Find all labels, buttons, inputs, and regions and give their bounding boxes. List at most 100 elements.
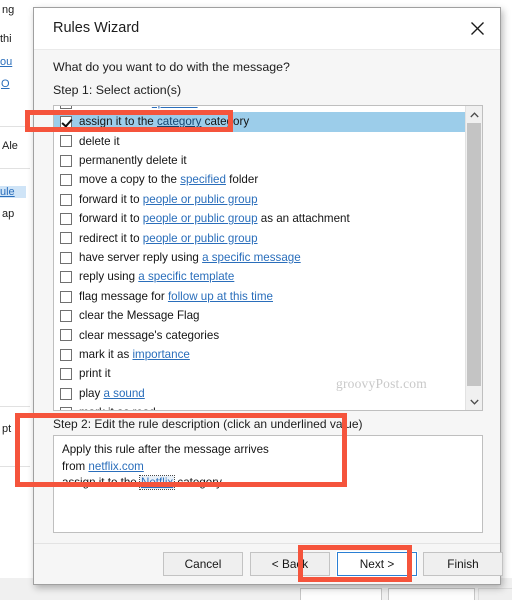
action-text: mark it as (79, 347, 133, 361)
action-list-item[interactable]: forward it to people or public group as … (54, 209, 466, 228)
rule-description-text: assign it to the (62, 476, 140, 489)
action-link-value[interactable]: follow up at this time (168, 290, 273, 303)
action-label: clear the Message Flag (79, 310, 200, 322)
background-text-fragment: ap (2, 208, 15, 220)
dialog-titlebar: Rules Wizard (34, 8, 500, 49)
action-checkbox[interactable] (60, 232, 72, 245)
action-label: forward it to people or public group (79, 194, 258, 206)
action-label: permanently delete it (79, 155, 187, 167)
chevron-down-icon[interactable] (466, 393, 482, 410)
action-list-item[interactable]: have server reply using a specific messa… (54, 248, 466, 267)
action-list-item[interactable]: forward it to people or public group (54, 190, 466, 209)
action-list-item[interactable]: reply using a specific template (54, 268, 466, 287)
action-label: play a sound (79, 386, 145, 400)
action-link-value[interactable]: a specific template (138, 270, 234, 283)
action-text: forward it to (79, 192, 143, 206)
action-link-value[interactable]: people or public group (143, 193, 258, 206)
action-text: category (201, 115, 250, 129)
action-list-item[interactable]: clear the Message Flag (54, 306, 466, 325)
action-checkbox[interactable] (60, 174, 72, 187)
action-label: flag message for follow up at this time (79, 290, 273, 303)
action-checkbox[interactable] (60, 251, 72, 264)
action-checkbox[interactable] (60, 309, 72, 322)
action-list-scrollbar[interactable] (465, 106, 482, 410)
action-checkbox[interactable] (60, 406, 72, 410)
action-checkbox[interactable] (60, 116, 72, 129)
action-list-item[interactable]: flag message for follow up at this time (54, 287, 466, 306)
action-label: move a copy to the specified folder (79, 174, 258, 186)
action-list-item[interactable]: redirect it to people or public group (54, 229, 466, 248)
action-checkbox[interactable] (60, 154, 72, 167)
action-label: mark it as read (79, 407, 156, 410)
action-link-value[interactable]: importance (132, 348, 189, 361)
background-text-fragment: O (1, 78, 10, 90)
dialog-body: What do you want to do with the message?… (34, 49, 500, 546)
action-label: clear message's categories (79, 328, 220, 342)
action-checkbox[interactable] (60, 368, 72, 381)
background-divider (0, 406, 30, 407)
background-text-fragment: ule (0, 186, 26, 198)
cancel-button[interactable]: Cancel (163, 552, 243, 576)
action-label: redirect it to people or public group (79, 231, 258, 245)
rule-description-selected-value[interactable]: Netflix (138, 475, 176, 490)
action-label: print it (79, 368, 111, 380)
close-icon[interactable] (454, 8, 500, 48)
action-checkbox[interactable] (60, 290, 72, 303)
action-label: assign it to the category category (79, 116, 249, 128)
dialog-prompt: What do you want to do with the message? (53, 60, 290, 74)
scrollbar-thumb[interactable] (467, 123, 481, 386)
rule-description-link[interactable]: netflix.com (88, 460, 143, 473)
chevron-up-icon[interactable] (466, 106, 482, 123)
action-text: as an attachment (257, 212, 350, 226)
action-list-item[interactable]: mark it as importance (54, 345, 466, 364)
action-list-item[interactable]: play a sound (54, 384, 466, 403)
action-checkbox[interactable] (60, 329, 72, 342)
finish-button[interactable]: Finish (423, 552, 503, 576)
action-list-item[interactable]: move it to the specified folder (54, 106, 466, 112)
action-link-value[interactable]: specified (152, 106, 198, 109)
background-button (300, 588, 382, 600)
action-list-item[interactable]: clear message's categories (54, 326, 466, 345)
action-label: forward it to people or public group as … (79, 213, 350, 225)
action-text: reply using (79, 270, 139, 284)
action-list-rows: move it to the specified folder assign it… (54, 106, 466, 410)
action-link-value[interactable]: category (157, 115, 201, 128)
action-text: permanently delete it (79, 154, 187, 168)
action-link-value[interactable]: people or public group (143, 212, 258, 225)
rule-description-text: Apply this rule after the message arrive… (62, 443, 269, 456)
action-checkbox[interactable] (60, 271, 72, 284)
next-button[interactable]: Next > (336, 551, 418, 577)
action-text: redirect it to (79, 231, 143, 245)
rule-description-box[interactable]: Apply this rule after the message arrive… (53, 435, 483, 533)
action-list[interactable]: move it to the specified folder assign it… (53, 105, 483, 411)
action-link-value[interactable]: people or public group (143, 232, 258, 245)
action-link-value[interactable]: specified (180, 173, 226, 186)
action-text: move a copy to the (79, 173, 181, 187)
action-checkbox[interactable] (60, 213, 72, 226)
action-checkbox[interactable] (60, 348, 72, 361)
action-list-item[interactable]: assign it to the category category (54, 112, 466, 132)
rules-wizard-dialog: Rules Wizard What do you want to do with… (33, 7, 503, 585)
action-checkbox[interactable] (60, 387, 72, 400)
action-checkbox[interactable] (60, 193, 72, 206)
action-checkbox[interactable] (60, 135, 72, 148)
action-label: delete it (79, 135, 120, 148)
action-text: forward it to (79, 212, 143, 226)
rule-description-line: assign it to the Netflix category (62, 475, 474, 492)
rule-description-text: category (174, 476, 222, 489)
step1-label: Step 1: Select action(s) (53, 83, 182, 97)
rule-description-text: from (62, 459, 89, 473)
action-list-item[interactable]: print it (54, 364, 466, 383)
background-divider (0, 126, 30, 127)
action-list-item[interactable]: mark it as read (54, 403, 466, 410)
action-text: clear the Message Flag (79, 309, 200, 323)
action-list-item[interactable]: move a copy to the specified folder (54, 171, 466, 190)
action-list-item[interactable]: delete it (54, 132, 466, 151)
back-button[interactable]: < Back (250, 552, 330, 576)
action-text: play (79, 386, 104, 400)
action-checkbox[interactable] (60, 106, 72, 109)
action-list-item[interactable]: permanently delete it (54, 151, 466, 170)
action-link-value[interactable]: a specific message (202, 251, 301, 264)
action-text: clear message's categories (79, 328, 220, 342)
action-link-value[interactable]: a sound (104, 387, 145, 400)
